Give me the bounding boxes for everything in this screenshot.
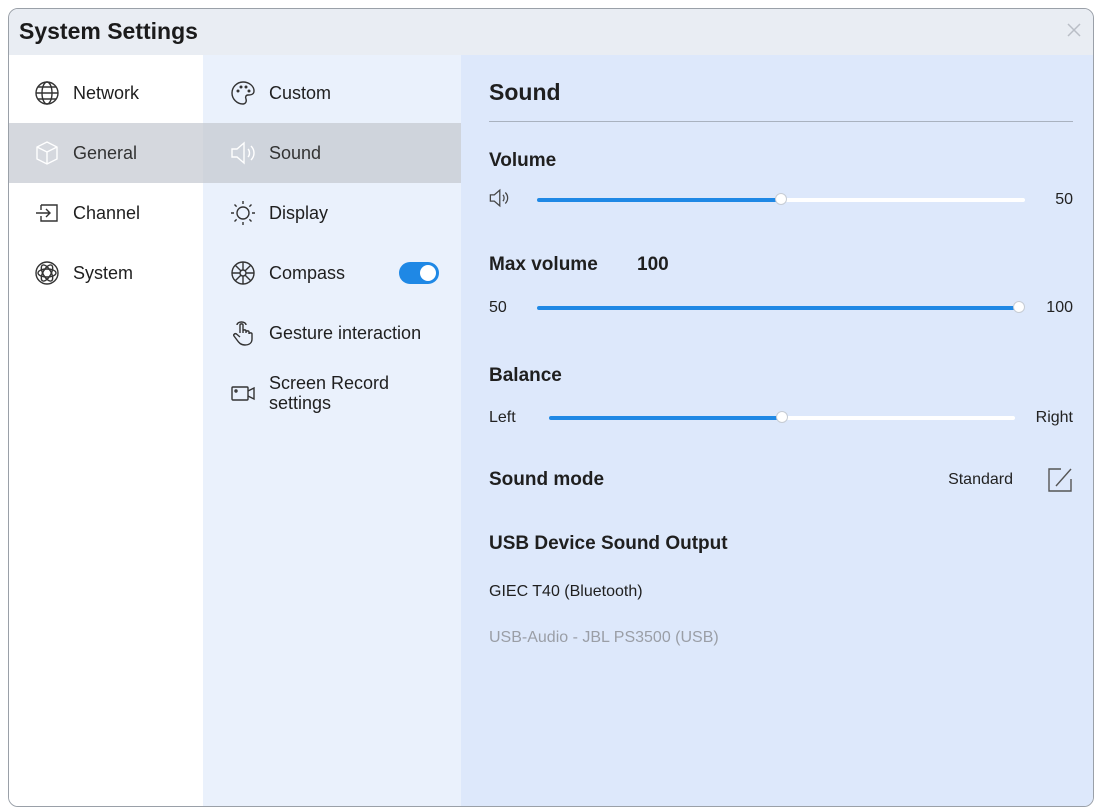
usb-device-item[interactable]: USB-Audio - JBL PS3500 (USB)	[489, 629, 719, 647]
title-divider	[489, 121, 1073, 122]
speaker-icon	[229, 139, 257, 167]
max-volume-slider-fill	[537, 306, 1019, 310]
subnav-item-display[interactable]: Display	[203, 183, 461, 243]
volume-value: 50	[1055, 191, 1073, 208]
subnav-item-label: Compass	[269, 262, 346, 283]
camera-icon	[229, 379, 257, 407]
sound-mode-value: Standard	[948, 471, 1013, 488]
subnav-item-label: Screen Record settings	[269, 373, 389, 413]
globe-icon	[33, 79, 61, 107]
subnav-item-gesture[interactable]: Gesture interaction	[203, 303, 461, 363]
volume-slider[interactable]	[537, 193, 1025, 205]
max-volume-label: Max volume	[489, 254, 598, 275]
subnav-item-label: Custom	[269, 82, 332, 103]
volume-slider-thumb[interactable]	[775, 193, 787, 205]
volume-slider-fill	[537, 198, 781, 202]
label-line-1: Screen Record	[269, 373, 390, 393]
max-volume-max: 100	[1046, 299, 1073, 316]
nav-item-general[interactable]: General	[9, 123, 203, 183]
nav-item-label: Channel	[73, 202, 141, 223]
nav-item-network[interactable]: Network	[9, 63, 203, 123]
nav-item-label: Network	[73, 82, 140, 103]
toggle-knob	[420, 265, 436, 281]
subnav-item-label: Gesture interaction	[269, 322, 422, 343]
atom-icon	[33, 259, 61, 287]
subnav-item-compass[interactable]: Compass	[203, 243, 461, 303]
hand-pointer-icon	[229, 319, 257, 347]
subnav-item-sound[interactable]: Sound	[203, 123, 461, 183]
nav-item-system[interactable]: System	[9, 243, 203, 303]
balance-slider-thumb[interactable]	[776, 411, 788, 423]
nav-item-channel[interactable]: Channel	[9, 183, 203, 243]
balance-slider[interactable]	[549, 411, 1015, 423]
sound-mode-label: Sound mode	[489, 469, 605, 490]
usb-output-label: USB Device Sound Output	[489, 533, 728, 554]
subnav-item-custom[interactable]: Custom	[203, 63, 461, 123]
balance-right-label: Right	[1035, 409, 1073, 426]
subnav-item-screen-record[interactable]: Screen Record settings	[203, 363, 461, 423]
speaker-icon	[489, 188, 509, 208]
compass-toggle[interactable]	[399, 262, 439, 284]
balance-slider-fill	[549, 416, 782, 420]
pane-title: Sound	[489, 79, 561, 105]
subnav-item-label: Sound	[269, 142, 322, 163]
max-volume-min: 50	[489, 299, 507, 316]
system-settings-window: System Settings Network General Channel	[8, 8, 1094, 807]
cube-icon	[33, 139, 61, 167]
input-arrow-icon	[33, 199, 61, 227]
window-title: System Settings	[19, 18, 198, 44]
nav-item-label: System	[73, 262, 134, 283]
close-icon[interactable]	[1065, 21, 1083, 39]
balance-label: Balance	[489, 365, 562, 386]
sub-nav: Custom Sound Display Compass Gesture int…	[203, 55, 461, 806]
label-line-2: settings	[269, 393, 332, 413]
usb-device-item[interactable]: GIEC T40 (Bluetooth)	[489, 583, 643, 601]
main-nav: Network General Channel System	[9, 55, 203, 806]
compass-icon	[229, 259, 257, 287]
edit-icon[interactable]	[1047, 467, 1073, 493]
title-bar: System Settings	[9, 9, 1093, 55]
palette-icon	[229, 79, 257, 107]
sound-pane: Sound Volume 50 Max volume 100 50 100 Ba…	[461, 55, 1093, 806]
balance-left-label: Left	[489, 409, 516, 426]
nav-item-label: General	[73, 142, 138, 163]
sun-icon	[229, 199, 257, 227]
subnav-item-label: Display	[269, 202, 329, 223]
max-volume-slider[interactable]	[537, 301, 1025, 313]
max-volume-slider-thumb[interactable]	[1013, 301, 1025, 313]
volume-label: Volume	[489, 150, 557, 171]
max-volume-value: 100	[637, 254, 669, 275]
